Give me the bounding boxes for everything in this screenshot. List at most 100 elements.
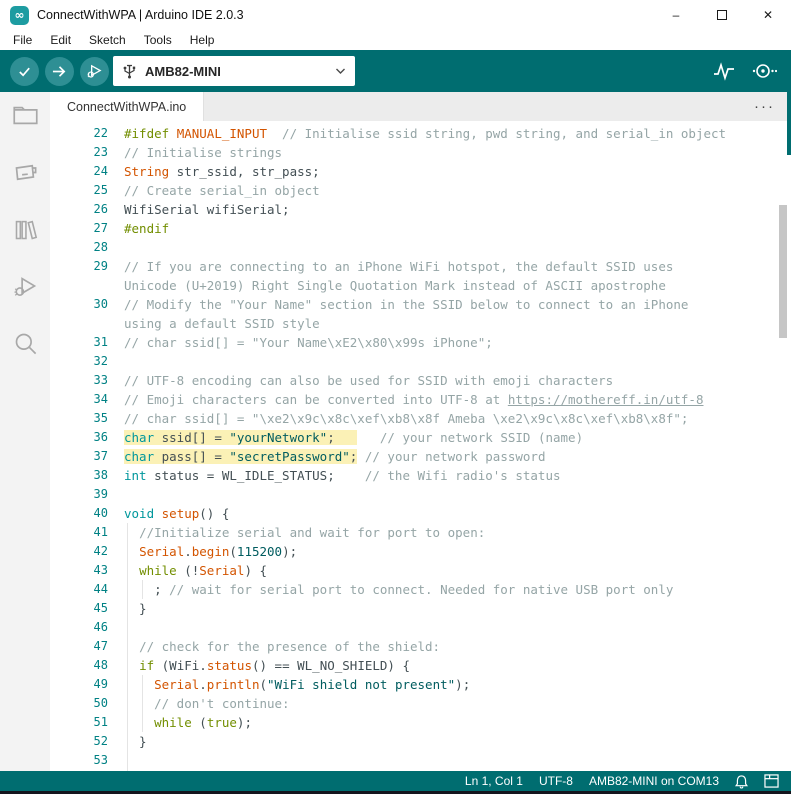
line-number: 38 <box>50 466 112 485</box>
chevron-down-icon <box>336 68 345 74</box>
line-number: 49 <box>50 675 112 694</box>
code-row[interactable]: Unicode (U+2019) Right Single Quotation … <box>50 276 791 295</box>
vertical-scrollbar-thumb[interactable] <box>779 205 787 338</box>
code-row[interactable]: 29// If you are connecting to an iPhone … <box>50 257 791 276</box>
code-row[interactable]: 22#ifdef MANUAL_INPUT // Initialise ssid… <box>50 124 791 143</box>
serial-plotter-icon[interactable] <box>713 61 735 81</box>
title-bar: ∞ ConnectWithWPA | Arduino IDE 2.0.3 – ✕ <box>0 0 791 30</box>
code-row[interactable]: 32 <box>50 352 791 371</box>
code-row[interactable]: 50 // don't continue: <box>50 694 791 713</box>
tab-actions-more-icon[interactable]: ··· <box>754 102 775 112</box>
code-row[interactable]: 43 while (!Serial) { <box>50 561 791 580</box>
indent-guide <box>142 675 143 694</box>
line-number: 37 <box>50 447 112 466</box>
code-row[interactable]: 46 <box>50 618 791 637</box>
menu-tools[interactable]: Tools <box>135 33 181 47</box>
code-row[interactable]: 30// Modify the "Your Name" section in t… <box>50 295 791 314</box>
code-row[interactable]: 35// char ssid[] = "\xe2\x9c\x8c\xef\xb8… <box>50 409 791 428</box>
debug-button[interactable] <box>80 57 109 86</box>
activity-sidebar <box>0 92 50 771</box>
code-row[interactable]: 23// Initialise strings <box>50 143 791 162</box>
code-row[interactable]: 45 } <box>50 599 791 618</box>
code-row[interactable]: 44 ; // wait for serial port to connect.… <box>50 580 791 599</box>
indent-guide <box>127 694 128 713</box>
maximize-icon <box>717 10 727 20</box>
line-number: 46 <box>50 618 112 637</box>
verify-button[interactable] <box>10 57 39 86</box>
library-manager-icon[interactable] <box>12 216 39 243</box>
code-row[interactable]: 24String str_ssid, str_pass; <box>50 162 791 181</box>
code-row[interactable]: 28 <box>50 238 791 257</box>
arrow-right-icon <box>52 64 67 79</box>
line-number: 22 <box>50 124 112 143</box>
boards-manager-icon[interactable] <box>12 159 39 186</box>
board-selector[interactable]: AMB82-MINI <box>113 56 355 86</box>
code-row[interactable]: 31// char ssid[] = "Your Name\xE2\x80\x9… <box>50 333 791 352</box>
line-number: 42 <box>50 542 112 561</box>
code-editor[interactable]: 22#ifdef MANUAL_INPUT // Initialise ssid… <box>50 121 791 771</box>
menu-edit[interactable]: Edit <box>41 33 80 47</box>
line-number: 39 <box>50 485 112 504</box>
code-row[interactable]: 49 Serial.println("WiFi shield not prese… <box>50 675 791 694</box>
line-number: 48 <box>50 656 112 675</box>
line-number: 50 <box>50 694 112 713</box>
line-number <box>50 276 112 295</box>
line-number: 36 <box>50 428 112 447</box>
line-number: 51 <box>50 713 112 732</box>
notification-bell-icon[interactable] <box>735 774 748 789</box>
code-row[interactable]: 37char pass[] = "secretPassword"; // you… <box>50 447 791 466</box>
code-row[interactable]: 33// UTF-8 encoding can also be used for… <box>50 371 791 390</box>
usb-icon <box>123 64 136 79</box>
tab-connectwithwpa[interactable]: ConnectWithWPA.ino <box>50 92 204 121</box>
line-number: 24 <box>50 162 112 181</box>
line-number: 33 <box>50 371 112 390</box>
line-number: 34 <box>50 390 112 409</box>
menu-sketch[interactable]: Sketch <box>80 33 135 47</box>
code-row[interactable]: 48 if (WiFi.status() == WL_NO_SHIELD) { <box>50 656 791 675</box>
code-row[interactable]: 39 <box>50 485 791 504</box>
serial-monitor-icon[interactable] <box>751 62 777 80</box>
minimize-button[interactable]: – <box>653 0 699 30</box>
code-row[interactable]: 36char ssid[] = "yourNetwork"; // your n… <box>50 428 791 447</box>
code-row[interactable]: 27#endif <box>50 219 791 238</box>
code-row[interactable]: 25// Create serial_in object <box>50 181 791 200</box>
line-number: 35 <box>50 409 112 428</box>
code-row[interactable]: 26WifiSerial wifiSerial; <box>50 200 791 219</box>
highlighted-code: char pass[] = "secretPassword"; <box>124 449 357 464</box>
line-number: 23 <box>50 143 112 162</box>
indent-guide <box>127 751 128 770</box>
indent-guide <box>127 599 128 618</box>
indent-guide <box>127 732 128 751</box>
search-icon[interactable] <box>12 330 39 357</box>
line-number: 25 <box>50 181 112 200</box>
line-number: 44 <box>50 580 112 599</box>
line-number: 47 <box>50 637 112 656</box>
tab-bar: ConnectWithWPA.ino ··· <box>50 92 791 121</box>
debug-sidebar-icon[interactable] <box>12 273 39 300</box>
indent-guide <box>127 656 128 675</box>
code-row[interactable]: using a default SSID style <box>50 314 791 333</box>
board-port-indicator[interactable]: AMB82-MINI on COM13 <box>589 774 719 788</box>
maximize-button[interactable] <box>699 0 745 30</box>
line-number: 40 <box>50 504 112 523</box>
cursor-position[interactable]: Ln 1, Col 1 <box>465 774 523 788</box>
code-row[interactable]: 42 Serial.begin(115200); <box>50 542 791 561</box>
code-row[interactable]: 40void setup() { <box>50 504 791 523</box>
code-row[interactable]: 53 <box>50 751 791 770</box>
menu-file[interactable]: File <box>4 33 41 47</box>
sketchbook-folder-icon[interactable] <box>12 102 39 129</box>
encoding-indicator[interactable]: UTF-8 <box>539 774 573 788</box>
panel-layout-icon[interactable] <box>764 774 779 788</box>
code-row[interactable]: 34// Emoji characters can be converted i… <box>50 390 791 409</box>
code-row[interactable]: 41 //Initialize serial and wait for port… <box>50 523 791 542</box>
code-row[interactable]: 52 } <box>50 732 791 751</box>
upload-button[interactable] <box>45 57 74 86</box>
indent-guide <box>127 580 128 599</box>
indent-guide <box>142 713 143 732</box>
close-button[interactable]: ✕ <box>745 0 791 30</box>
code-row[interactable]: 38int status = WL_IDLE_STATUS; // the Wi… <box>50 466 791 485</box>
code-row[interactable]: 51 while (true); <box>50 713 791 732</box>
code-row[interactable]: 47 // check for the presence of the shie… <box>50 637 791 656</box>
menu-help[interactable]: Help <box>181 33 224 47</box>
scrollbar-overview-mark <box>787 92 791 155</box>
